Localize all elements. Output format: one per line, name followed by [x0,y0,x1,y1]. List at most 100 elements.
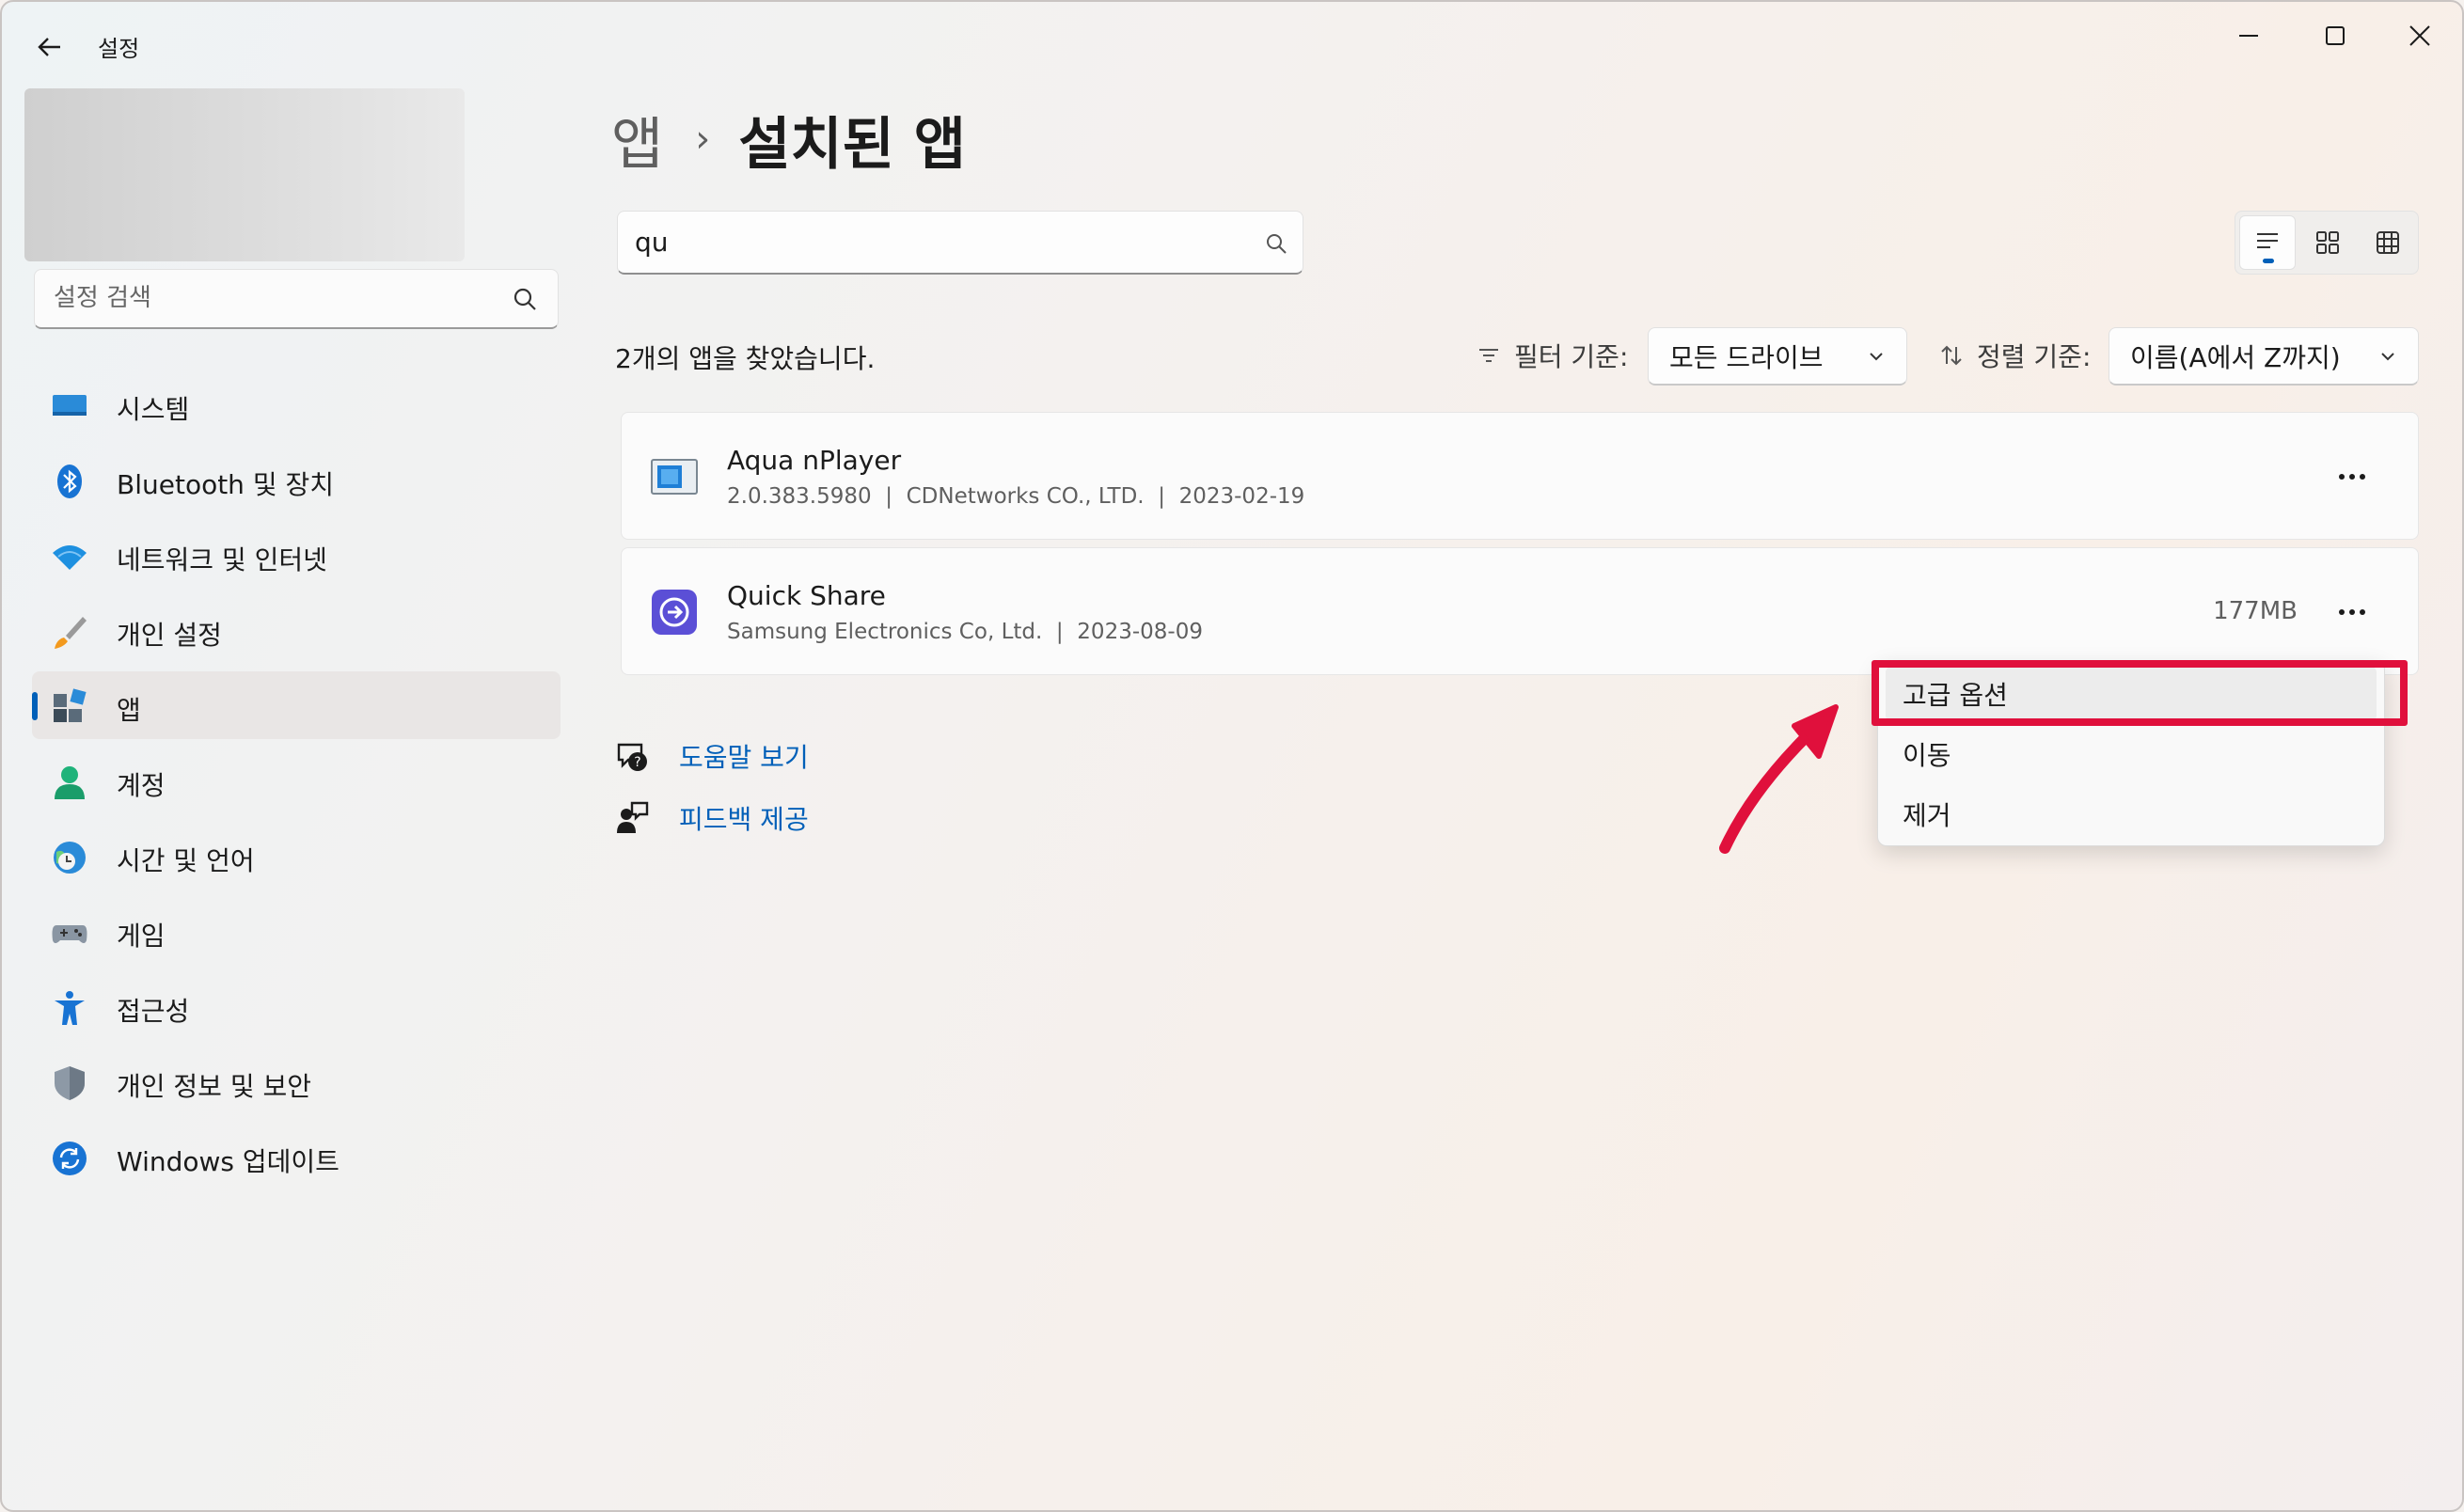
menu-item-move[interactable]: 이동 [1886,727,2377,781]
filter-icon [1479,349,1498,362]
maximize-button[interactable] [2293,8,2377,64]
sidebar-item-label: 게임 [117,921,166,952]
bluetooth-icon [57,465,82,498]
chevron-down-icon [2381,353,2394,361]
sidebar-item-label: Windows 업데이트 [117,1146,340,1177]
grid-view-button[interactable] [2299,215,2356,270]
annotation-highlight-box [1872,660,2408,726]
table-view-icon [2377,231,2399,254]
back-button[interactable] [28,26,70,68]
sidebar-item-windows-update[interactable]: Windows 업데이트 [32,1123,561,1190]
wifi-icon [53,545,87,570]
active-indicator [32,692,38,720]
app-meta: 2.0.383.5980 | CDNetworks CO., LTD. | 20… [727,484,1305,509]
breadcrumb: 앱 › 설치된 앱 [611,102,966,178]
update-icon [53,1142,87,1175]
apps-icon [54,688,87,722]
app-row-quick-share[interactable]: Quick Share Samsung Electronics Co, Ltd.… [621,547,2419,675]
sidebar-item-gaming[interactable]: 게임 [32,897,561,965]
search-icon[interactable] [513,287,537,311]
sort-icon [1941,345,1962,366]
sidebar-item-accounts[interactable]: 계정 [32,747,561,814]
app-row-aqua-nplayer[interactable]: Aqua nPlayer 2.0.383.5980 | CDNetworks C… [621,412,2419,540]
sidebar-item-system[interactable]: 시스템 [32,370,561,438]
sort-label-text: 정렬 기준: [1977,341,2092,372]
sidebar-item-label: Bluetooth 및 장치 [117,469,335,500]
list-view-button[interactable] [2239,215,2296,270]
table-view-button[interactable] [2360,215,2416,270]
sidebar-item-label: 네트워크 및 인터넷 [117,544,327,575]
feedback-link-row[interactable]: 피드백 제공 [615,799,809,837]
filter-value: 모든 드라이브 [1669,341,1824,373]
more-icon [2339,609,2365,615]
app-search-input[interactable] [635,212,1237,272]
more-icon [2339,474,2365,480]
title-bar: 설정 [2,2,2462,92]
quick-share-icon [652,590,697,635]
sidebar-item-apps[interactable]: 앱 [32,671,561,739]
svg-text:?: ? [634,755,640,770]
sidebar-nav: 시스템 Bluetooth 및 장치 네트워크 및 인터넷 개인 설정 앱 계정… [32,370,561,1198]
maximize-icon [2326,26,2345,45]
settings-search-input[interactable] [54,270,505,326]
sidebar-item-privacy[interactable]: 개인 정보 및 보안 [32,1047,561,1115]
sidebar-item-label: 개인 설정 [117,620,222,651]
breadcrumb-separator: › [695,118,711,161]
accessibility-icon [55,991,85,1025]
gamepad-icon [52,925,87,943]
system-icon [53,395,87,416]
more-options-button[interactable] [2331,591,2373,633]
sidebar-item-label: 앱 [117,695,141,726]
filter-label-text: 필터 기준: [1514,341,1629,372]
account-card[interactable] [24,88,465,261]
search-icon[interactable] [1265,232,1287,255]
app-size: 177MB [2213,597,2298,625]
shield-icon [55,1066,85,1100]
minimize-icon [2239,35,2258,37]
list-view-icon [2257,233,2278,248]
app-search[interactable] [617,211,1303,275]
results-count: 2개의 앱을 찾았습니다. [615,343,876,374]
sidebar-item-personalization[interactable]: 개인 설정 [32,596,561,664]
sidebar-item-label: 시스템 [117,394,190,425]
sidebar-item-label: 계정 [117,770,166,801]
settings-search[interactable] [34,269,559,329]
close-button[interactable] [2377,8,2462,64]
sidebar-item-label: 개인 정보 및 보안 [117,1071,312,1102]
window-title: 설정 [98,36,140,62]
more-options-button[interactable] [2331,456,2373,497]
close-icon [2409,25,2430,46]
settings-window: 설정 시스템 Bluetooth 및 장치 네트워크 및 인터넷 [0,0,2464,1512]
time-language-icon [54,842,86,874]
view-toggle [2235,211,2419,275]
sort-value: 이름(A에서 Z까지) [2130,341,2341,373]
help-icon: ? [617,743,647,771]
sidebar-item-accessibility[interactable]: 접근성 [32,972,561,1040]
sidebar-item-label: 시간 및 언어 [117,845,255,876]
sort-dropdown[interactable]: 이름(A에서 Z까지) [2109,327,2419,386]
chevron-down-icon [1870,353,1883,361]
back-arrow-icon [38,38,60,56]
filter-dropdown[interactable]: 모든 드라이브 [1648,327,1907,386]
account-icon [55,766,85,799]
annotation-arrow [1719,704,1839,854]
sort-label: 정렬 기준: [1939,337,2091,374]
help-link-row[interactable]: ? 도움말 보기 [615,737,809,775]
filter-label: 필터 기준: [1477,337,1628,374]
menu-item-uninstall[interactable]: 제거 [1886,787,2377,842]
app-name: Aqua nPlayer [727,445,902,476]
help-link[interactable]: 도움말 보기 [679,737,809,775]
sidebar-item-network[interactable]: 네트워크 및 인터넷 [32,521,561,589]
aqua-nplayer-icon [651,459,698,495]
feedback-link[interactable]: 피드백 제공 [679,799,809,837]
sidebar-item-label: 접근성 [117,996,190,1027]
feedback-icon [617,801,649,833]
app-meta: Samsung Electronics Co, Ltd. | 2023-08-0… [727,620,1203,644]
sidebar-item-bluetooth[interactable]: Bluetooth 및 장치 [32,446,561,513]
breadcrumb-parent[interactable]: 앱 [611,99,663,181]
minimize-button[interactable] [2206,8,2291,64]
brush-icon [55,617,87,649]
sidebar-item-time-language[interactable]: 시간 및 언어 [32,822,561,890]
page-title: 설치된 앱 [738,111,966,178]
grid-view-icon [2316,231,2339,254]
